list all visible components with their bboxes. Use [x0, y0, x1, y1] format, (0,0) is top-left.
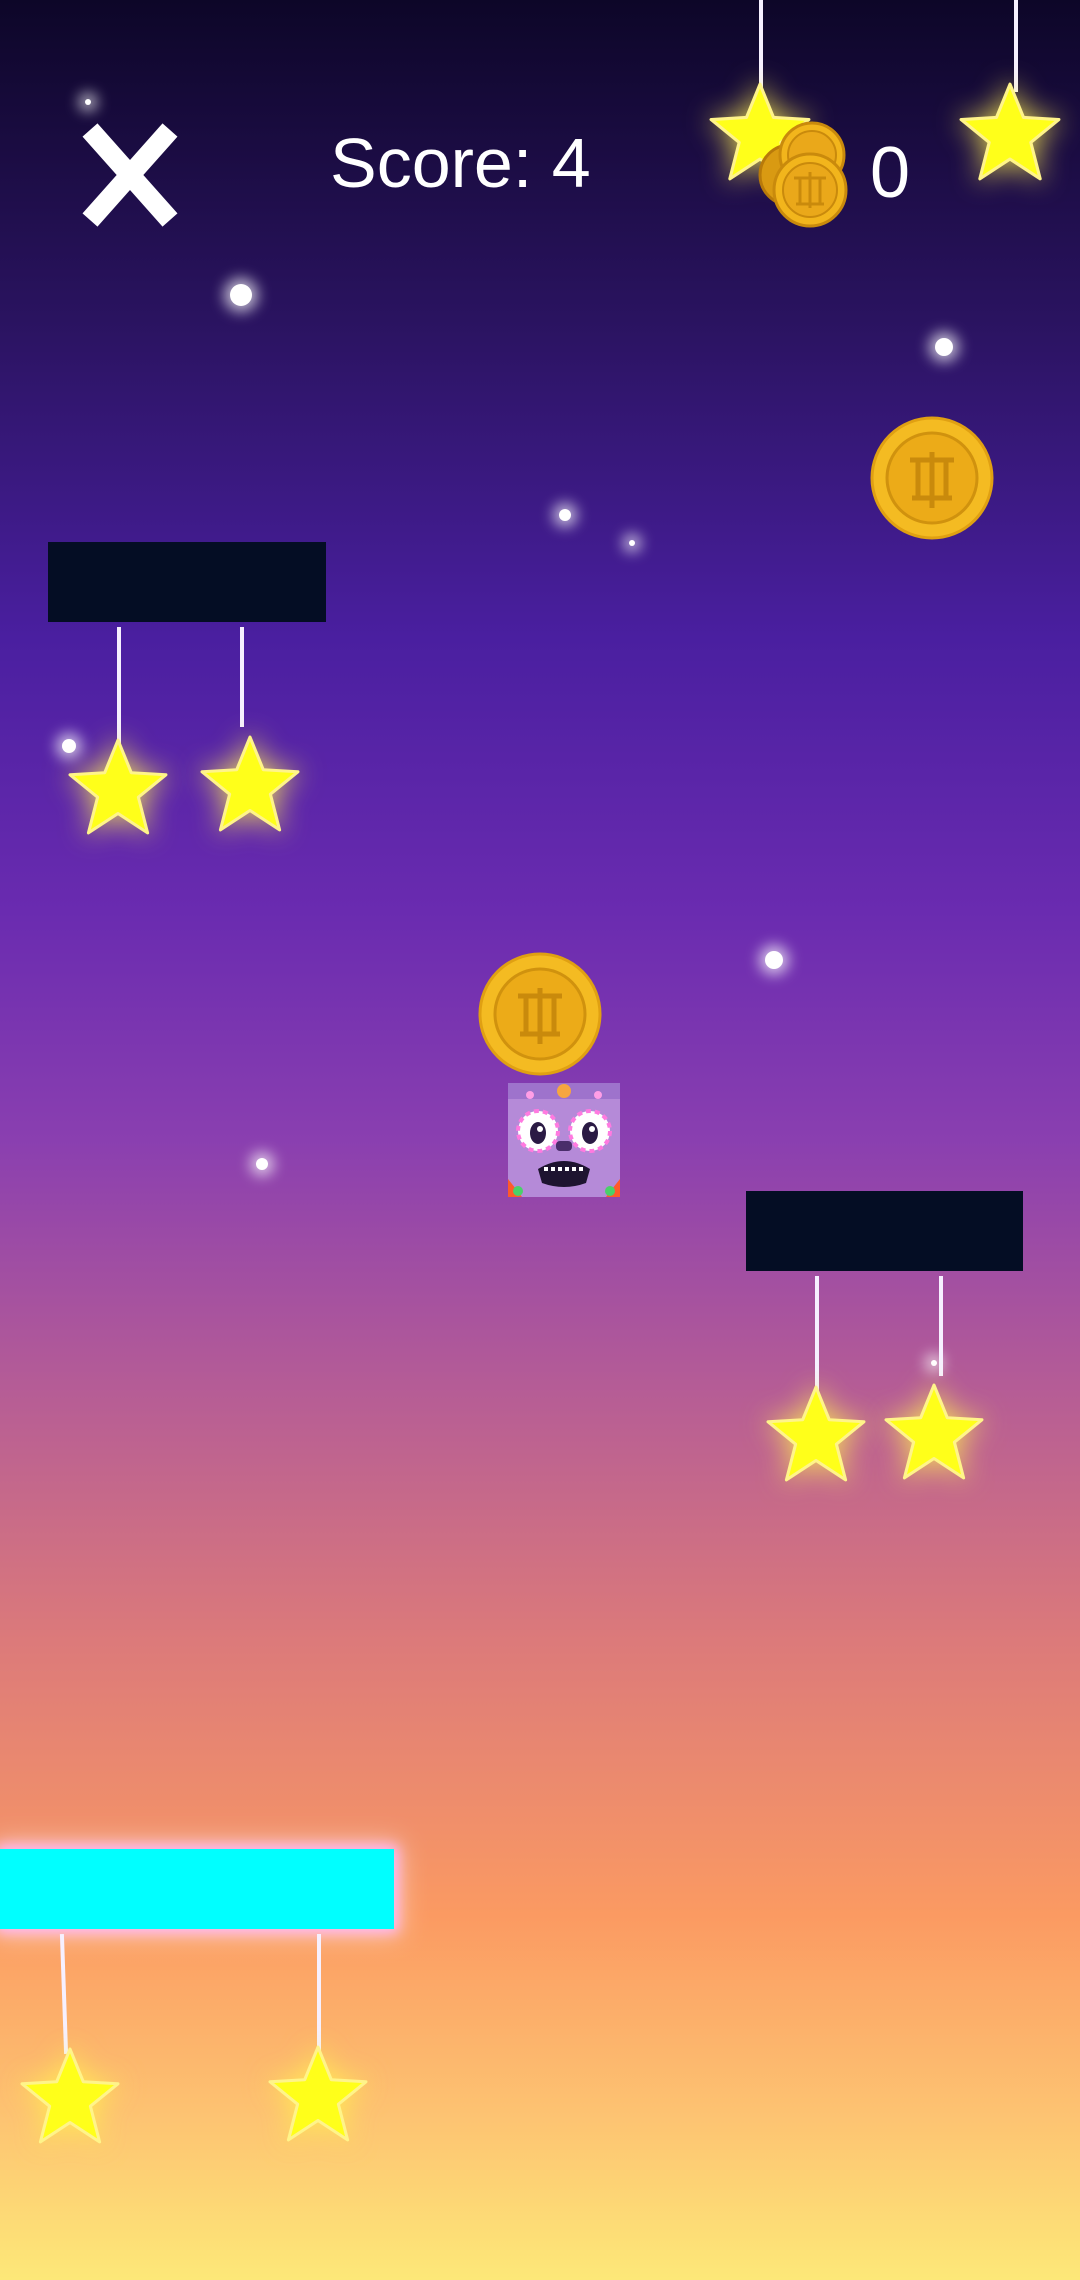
star-icon — [266, 2043, 370, 2145]
sparkle — [85, 99, 91, 105]
star-icon — [198, 733, 302, 835]
sparkle — [935, 338, 953, 356]
sparkle — [931, 1360, 937, 1366]
close-button[interactable] — [80, 115, 180, 235]
star-string — [117, 627, 121, 747]
cyan-platform — [0, 1849, 394, 1929]
star-icon — [764, 1383, 868, 1485]
dark-platform — [48, 542, 326, 622]
star-string — [240, 627, 244, 727]
sparkle — [230, 284, 252, 306]
dark-platform — [746, 1191, 1023, 1271]
star-string — [317, 1934, 321, 2052]
star-icon — [956, 80, 1064, 184]
coin-icon — [478, 952, 602, 1076]
coin-stack-icon — [750, 120, 860, 230]
score-label: Score: 4 — [330, 124, 591, 202]
star-string — [59, 1933, 69, 2055]
sparkle — [629, 540, 635, 546]
coin-count: 0 — [870, 133, 911, 213]
star-icon — [18, 2045, 122, 2147]
close-icon — [82, 123, 178, 227]
star-icon — [882, 1381, 986, 1483]
sparkle — [256, 1158, 268, 1170]
star-string — [939, 1276, 943, 1376]
sparkle — [559, 509, 571, 521]
star-string — [759, 0, 763, 92]
star-icon — [66, 736, 170, 838]
star-string — [1014, 0, 1018, 92]
sparkle — [765, 951, 783, 969]
star-string — [815, 1276, 819, 1396]
player-character[interactable] — [508, 1083, 620, 1197]
coin-icon — [870, 416, 994, 540]
tiki-mask-icon — [508, 1083, 620, 1197]
